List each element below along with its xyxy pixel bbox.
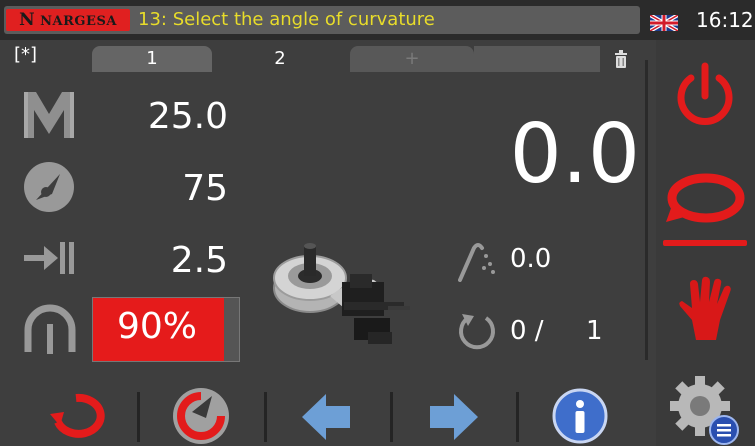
- pressure-value: 90%: [116, 306, 197, 347]
- current-angle-readout: 0.0: [509, 107, 640, 202]
- bending-machine-image: [273, 243, 410, 344]
- trash-icon[interactable]: [614, 50, 628, 68]
- bend-cycle-icon[interactable]: [664, 172, 748, 228]
- nargesa-logo: N NARGESA: [6, 9, 130, 31]
- arrow-right-icon[interactable]: [428, 392, 480, 442]
- bend-angle-icon: [458, 243, 495, 282]
- vertical-separator: [645, 60, 648, 360]
- status-message: 13: Select the angle of curvature: [138, 9, 435, 30]
- toolbar-separator: [390, 392, 393, 442]
- speed-gauge-icon[interactable]: [22, 160, 76, 214]
- reverse-cycle-icon[interactable]: [46, 392, 106, 446]
- toolbar-separator: [264, 392, 267, 442]
- active-mode-indicator: [663, 240, 747, 246]
- manual-hand-icon[interactable]: [676, 276, 736, 342]
- cycle-total[interactable]: 1: [586, 316, 603, 346]
- mode-indicator: [*]: [14, 44, 38, 65]
- distance-icon[interactable]: [22, 240, 76, 276]
- uk-flag-icon[interactable]: [650, 15, 678, 31]
- pressure-icon[interactable]: [22, 300, 78, 356]
- settings-icon[interactable]: [668, 374, 740, 446]
- length-value[interactable]: 25.0: [120, 96, 228, 137]
- clock: 16:12: [696, 8, 754, 32]
- toolbar-separator: [137, 392, 140, 442]
- material-m-icon[interactable]: [22, 90, 76, 140]
- tab-2[interactable]: 2: [214, 46, 346, 72]
- target-angle-value[interactable]: 0.0: [510, 244, 551, 274]
- distance-value[interactable]: 2.5: [120, 240, 228, 281]
- tab-1[interactable]: 1: [92, 46, 212, 72]
- add-tab-button[interactable]: +: [350, 46, 474, 72]
- toolbar-separator: [516, 392, 519, 442]
- reset-icon[interactable]: [170, 384, 232, 446]
- arrow-left-icon[interactable]: [300, 392, 352, 442]
- power-icon[interactable]: [672, 62, 738, 130]
- speed-value[interactable]: 75: [120, 168, 228, 209]
- tab-bar-filler: [474, 46, 600, 72]
- cycle-count: 0 /: [510, 316, 544, 346]
- cycle-counter-icon: [459, 314, 495, 350]
- info-icon[interactable]: [552, 388, 608, 444]
